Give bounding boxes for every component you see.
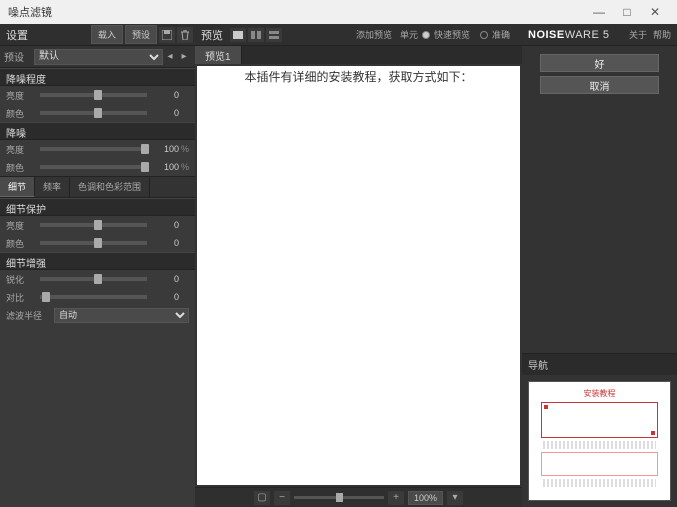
- preset-next-icon[interactable]: ▸: [177, 51, 191, 62]
- preset-select[interactable]: 默认: [34, 49, 163, 65]
- zoom-slider[interactable]: [294, 496, 384, 499]
- navigator-header: 导航: [522, 354, 677, 375]
- preset-label: 预设: [4, 49, 34, 64]
- about-link[interactable]: 关于: [629, 28, 647, 41]
- quick-preview-radio[interactable]: [422, 31, 430, 39]
- zoom-value[interactable]: 100%: [408, 491, 443, 505]
- add-preview-button[interactable]: 添加预览: [356, 28, 392, 41]
- load-button[interactable]: 载入: [91, 25, 123, 44]
- settings-header: 设置: [0, 27, 34, 43]
- viewmode-split-v-icon[interactable]: [266, 28, 282, 42]
- noise-reduce-color-slider[interactable]: 颜色 100%: [0, 158, 195, 176]
- filter-radius-select[interactable]: 自动: [54, 308, 189, 323]
- zoom-dropdown-icon[interactable]: ▾: [447, 491, 463, 505]
- preset-button[interactable]: 预设: [125, 25, 157, 44]
- single-view-button[interactable]: 单元: [400, 28, 418, 41]
- noise-level-luminance-slider[interactable]: 亮度 0: [0, 86, 195, 104]
- zoom-out-icon[interactable]: −: [274, 491, 290, 505]
- noise-level-color-slider[interactable]: 颜色 0: [0, 104, 195, 122]
- zoom-in-icon[interactable]: +: [388, 491, 404, 505]
- detail-protect-color-slider[interactable]: 颜色 0: [0, 234, 195, 252]
- close-button[interactable]: ✕: [641, 5, 669, 19]
- help-link[interactable]: 帮助: [653, 28, 671, 41]
- tab-detail[interactable]: 细节: [0, 177, 35, 197]
- minimize-button[interactable]: —: [585, 5, 613, 19]
- brand-label: NOISEWARE 5: [522, 29, 616, 41]
- tab-frequency[interactable]: 频率: [35, 177, 70, 197]
- preview-canvas[interactable]: 本插件有详细的安装教程，获取方式如下：: [197, 66, 520, 485]
- section-detail-enhance: 细节增强: [0, 252, 195, 270]
- viewmode-single-icon[interactable]: [230, 28, 246, 42]
- tab-tone-color[interactable]: 色调和色彩范围: [70, 177, 150, 197]
- viewmode-split-h-icon[interactable]: [248, 28, 264, 42]
- accurate-preview-radio[interactable]: [480, 31, 488, 39]
- section-noise-reduce: 降噪: [0, 122, 195, 140]
- maximize-button[interactable]: □: [613, 5, 641, 19]
- document-tab[interactable]: 预览1: [195, 46, 242, 64]
- trash-icon[interactable]: [177, 27, 193, 43]
- filter-radius-label: 滤波半径: [6, 309, 54, 322]
- preview-header: 预览: [195, 27, 229, 43]
- navigator-thumbnail[interactable]: 安装教程: [528, 381, 671, 501]
- noise-reduce-luminance-slider[interactable]: 亮度 100%: [0, 140, 195, 158]
- titlebar: 噪点滤镜 — □ ✕: [0, 0, 677, 24]
- detail-protect-luminance-slider[interactable]: 亮度 0: [0, 216, 195, 234]
- window-title: 噪点滤镜: [8, 4, 585, 20]
- preset-prev-icon[interactable]: ◂: [163, 51, 177, 62]
- section-noise-level: 降噪程度: [0, 68, 195, 86]
- settings-panel: 设置 载入 预设 预设 默认 ◂ ▸ 降噪程度 亮度 0 颜色 0 降噪 亮度: [0, 24, 195, 507]
- cancel-button[interactable]: 取消: [540, 76, 659, 94]
- section-detail-protect: 细节保护: [0, 198, 195, 216]
- right-panel: NOISEWARE 5 关于 帮助 好 取消 导航 安装教程: [522, 24, 677, 507]
- save-icon[interactable]: [159, 27, 175, 43]
- document-content: 本插件有详细的安装教程，获取方式如下：: [244, 66, 472, 85]
- ok-button[interactable]: 好: [540, 54, 659, 72]
- detail-tabs: 细节 频率 色调和色彩范围: [0, 176, 195, 198]
- zoom-fit-icon[interactable]: ▢: [254, 491, 270, 505]
- contrast-slider[interactable]: 对比 0: [0, 288, 195, 306]
- preview-panel: 预览 添加预览 单元 快速预览 准确 预览1 本插件有详细的安装教程，获取方式如…: [195, 24, 522, 507]
- sharpen-slider[interactable]: 锐化 0: [0, 270, 195, 288]
